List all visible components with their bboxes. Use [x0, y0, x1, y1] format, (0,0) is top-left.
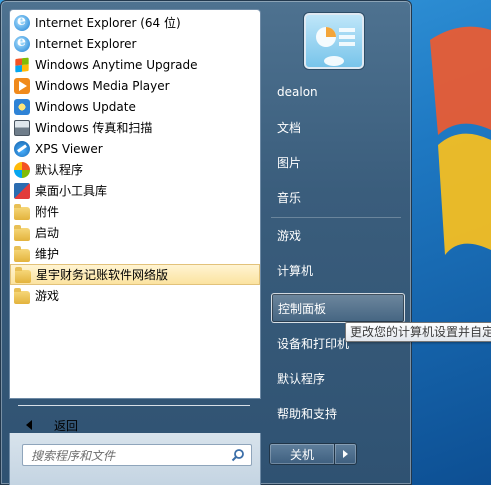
search-input[interactable]: 搜索程序和文件 — [22, 444, 252, 466]
program-label: Windows 传真和扫描 — [35, 120, 153, 135]
program-label: 桌面小工具库 — [35, 183, 108, 198]
folder-icon — [14, 287, 30, 304]
right-divider — [271, 217, 401, 218]
program-label: 星宇财务记账软件网络版 — [36, 267, 169, 282]
program-label: Windows Media Player — [35, 78, 170, 93]
program-item[interactable]: Windows Update — [10, 96, 260, 117]
pictures-link[interactable]: 图片 — [271, 147, 405, 177]
program-item[interactable]: Internet Explorer (64 位) — [10, 12, 260, 33]
program-item[interactable]: Windows Anytime Upgrade — [10, 54, 260, 75]
back-arrow-icon — [26, 420, 32, 430]
program-item[interactable]: 启动 — [10, 222, 260, 243]
program-item[interactable]: Internet Explorer — [10, 33, 260, 54]
documents-link[interactable]: 文档 — [271, 112, 405, 142]
program-item[interactable]: 维护 — [10, 243, 260, 264]
user-picture[interactable] — [304, 13, 364, 69]
program-item[interactable]: 桌面小工具库 — [10, 180, 260, 201]
folder-icon — [14, 245, 30, 262]
programs-pane: Internet Explorer (64 位) Internet Explore… — [9, 9, 261, 433]
search-area: 搜索程序和文件 — [9, 433, 261, 485]
search-placeholder: 搜索程序和文件 — [31, 448, 116, 463]
program-label: Internet Explorer (64 位) — [35, 15, 181, 30]
program-item[interactable]: 默认程序 — [10, 159, 260, 180]
windows-update-icon — [14, 98, 30, 115]
windows-logo-icon — [15, 56, 29, 73]
help-support-link[interactable]: 帮助和支持 — [271, 398, 405, 428]
program-label: 附件 — [35, 204, 60, 219]
gadget-gallery-icon — [14, 182, 30, 199]
back-label: 返回 — [54, 418, 79, 433]
user-folder-link[interactable]: dealon — [271, 77, 405, 107]
all-programs-list: Internet Explorer (64 位) Internet Explore… — [10, 10, 260, 306]
program-label: Internet Explorer — [35, 36, 137, 51]
search-icon[interactable] — [231, 448, 245, 462]
program-item[interactable]: XPS Viewer — [10, 138, 260, 159]
program-label: Windows Anytime Upgrade — [35, 57, 198, 72]
xps-viewer-icon — [14, 140, 30, 157]
program-item[interactable]: 游戏 — [10, 285, 260, 306]
folder-icon — [14, 203, 30, 220]
control-panel-link[interactable]: 控制面板 — [271, 293, 405, 323]
games-link[interactable]: 游戏 — [271, 220, 405, 250]
program-label: Windows Update — [35, 99, 136, 114]
shutdown-options-arrow-icon[interactable] — [335, 443, 357, 465]
fax-scan-icon — [14, 119, 30, 136]
program-item[interactable]: Windows 传真和扫描 — [10, 117, 260, 138]
back-button[interactable]: 返回 — [20, 415, 78, 435]
internet-explorer-icon — [14, 13, 30, 31]
folder-icon — [14, 224, 30, 241]
program-label: 默认程序 — [35, 162, 84, 177]
program-item[interactable]: 附件 — [10, 201, 260, 222]
shutdown-button[interactable]: 关机 — [269, 443, 335, 465]
user-picture-icon — [316, 27, 355, 66]
left-divider — [18, 405, 250, 406]
program-label: 启动 — [35, 225, 60, 240]
computer-link[interactable]: 计算机 — [271, 255, 405, 285]
media-player-icon — [14, 77, 30, 94]
start-menu: Internet Explorer (64 位) Internet Explore… — [0, 0, 412, 485]
folder-icon — [15, 266, 31, 283]
program-item[interactable]: 星宇财务记账软件网络版 — [10, 264, 260, 285]
default-programs-icon — [14, 161, 30, 178]
music-link[interactable]: 音乐 — [271, 182, 405, 212]
internet-explorer-icon — [14, 34, 30, 52]
program-label: 维护 — [35, 246, 60, 261]
default-programs-link[interactable]: 默认程序 — [271, 363, 405, 393]
program-label: 游戏 — [35, 288, 60, 303]
program-item[interactable]: Windows Media Player — [10, 75, 260, 96]
program-label: XPS Viewer — [35, 141, 103, 156]
windows-wallpaper-logo — [430, 26, 491, 255]
control-panel-tooltip: 更改您的计算机设置并自定 — [345, 322, 491, 342]
